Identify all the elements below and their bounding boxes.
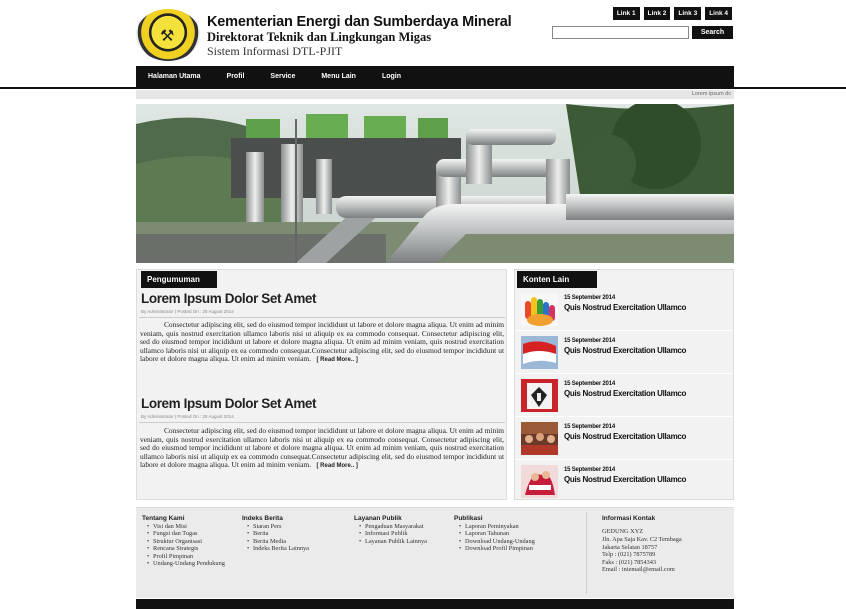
post-body: Consectetur adipiscing elit, sed do eius…	[140, 426, 504, 471]
footer-link[interactable]: Laporan Tahunan	[459, 530, 566, 538]
footer-heading: Layanan Publik	[354, 515, 402, 522]
read-more-link[interactable]: [ Read More.. ]	[317, 357, 358, 363]
footer-link[interactable]: Informasi Publik	[359, 530, 440, 538]
hero-banner-image	[136, 104, 734, 263]
footer-contact-column: Informasi Kontak GEDUNG XYZ Jln. Apa Saj…	[602, 515, 730, 573]
post-divider	[139, 317, 505, 318]
footer-heading: Tentang Kami	[142, 515, 185, 522]
content-item[interactable]: 15 September 2014 Quis Nostrud Exercitat…	[515, 375, 733, 417]
footer-link[interactable]: Visi dan Misi	[147, 523, 228, 531]
emblem-thumbnail	[521, 379, 558, 412]
footer-about-column: Tentang Kami Visi dan Misi Fungsi dan Tu…	[142, 515, 228, 568]
top-link-4[interactable]: Link 4	[705, 7, 732, 20]
item-date: 15 September 2014	[564, 381, 615, 387]
post-title[interactable]: Lorem Ipsum Dolor Set Amet	[141, 396, 317, 411]
meeting-image	[521, 422, 558, 455]
footer-news-column: Indeks Berita Siaran Pers Berita Berita …	[242, 515, 342, 553]
top-link-3[interactable]: Link 3	[674, 7, 702, 20]
site-system-name: Sistem Informasi DTL-PJIT	[207, 44, 343, 58]
footer-services-column: Layanan Publik Pengaduan Masyarakat Info…	[354, 515, 440, 546]
footer-heading: Informasi Kontak	[602, 515, 656, 522]
site-brand: Kementerian Energi dan Sumberdaya Minera…	[207, 14, 512, 58]
item-date: 15 September 2014	[564, 467, 615, 473]
breadcrumb: Lorem ipsum dc	[136, 90, 734, 99]
nav-item-service[interactable]: Service	[270, 73, 295, 80]
post-body: Consectetur adipiscing elit, sed do eius…	[140, 320, 504, 365]
contact-phone: Telp : (021) 7875789	[602, 551, 656, 559]
search-button[interactable]: Search	[692, 26, 733, 39]
footer-heading: Indeks Berita	[242, 515, 283, 522]
item-title[interactable]: Quis Nostrud Exercitation Ullamco	[564, 346, 686, 355]
footer-link[interactable]: Layanan Publik Lainnya	[359, 538, 440, 546]
hands-image	[521, 293, 558, 326]
site-subtitle: Direktorat Teknik dan Lingkungan Migas	[207, 30, 432, 44]
top-links: Link 1 Link 2 Link 3 Link 4	[612, 7, 732, 20]
footer-link[interactable]: Profil Pimpinan	[147, 553, 228, 561]
footer-link[interactable]: Berita	[247, 530, 342, 538]
nav-item-login[interactable]: Login	[382, 73, 401, 80]
content-item[interactable]: 15 September 2014 Quis Nostrud Exercitat…	[515, 289, 733, 331]
search-input[interactable]	[552, 26, 689, 39]
footer-link[interactable]: Fungsi dan Tugas	[147, 530, 228, 538]
post-title[interactable]: Lorem Ipsum Dolor Set Amet	[141, 291, 317, 306]
content-item[interactable]: 15 September 2014 Quis Nostrud Exercitat…	[515, 418, 733, 460]
footer-link[interactable]: Struktur Organisasi	[147, 538, 228, 546]
footer: Tentang Kami Visi dan Misi Fungsi dan Tu…	[136, 507, 734, 598]
read-more-link[interactable]: [ Read More.. ]	[317, 463, 358, 469]
emblem-image	[521, 379, 558, 412]
content-item[interactable]: 15 September 2014 Quis Nostrud Exercitat…	[515, 332, 733, 374]
footer-link[interactable]: Download Profil Pimpinan	[459, 545, 566, 553]
footer-link[interactable]: Indeks Berita Lainnya	[247, 545, 342, 553]
item-date: 15 September 2014	[564, 338, 615, 344]
announcement-panel: Pengumuman Lorem Ipsum Dolor Set Amet By…	[136, 269, 507, 500]
geothermal-plant-illustration	[136, 104, 734, 263]
footer-publications-column: Publikasi Laporan Peminyakan Laporan Tah…	[454, 515, 566, 553]
ministry-logo[interactable]: ⚒	[136, 9, 200, 61]
performers-thumbnail	[521, 465, 558, 498]
footer-link[interactable]: Rencana Strategis	[147, 545, 228, 553]
footer-link[interactable]: Download Undang-Undang	[459, 538, 566, 546]
site-title: Kementerian Energi dan Sumberdaya Minera…	[207, 14, 512, 30]
contact-city: Jakarta Selatan 18757	[602, 543, 658, 551]
header-divider	[0, 87, 846, 89]
main-nav: Halaman Utama Profil Service Menu Lain L…	[136, 66, 734, 87]
post-meta: By Administrator | Posted On : 28 August…	[141, 309, 234, 314]
footer-link[interactable]: Pengaduan Masyarakat	[359, 523, 440, 531]
other-content-tab[interactable]: Konten Lain	[517, 271, 597, 288]
flag-thumbnail	[521, 336, 558, 369]
flag-image	[521, 336, 558, 369]
meeting-thumbnail	[521, 422, 558, 455]
nav-item-home[interactable]: Halaman Utama	[148, 73, 201, 80]
post-meta: By Administrator | Posted On : 28 August…	[141, 414, 234, 419]
item-title[interactable]: Quis Nostrud Exercitation Ullamco	[564, 432, 686, 441]
post-divider	[139, 422, 505, 423]
item-title[interactable]: Quis Nostrud Exercitation Ullamco	[564, 475, 686, 484]
contact-fax: Faks : (021) 7854343	[602, 558, 657, 566]
item-date: 15 September 2014	[564, 424, 615, 430]
item-date: 15 September 2014	[564, 295, 615, 301]
announcement-tab[interactable]: Pengumuman	[141, 271, 217, 288]
nav-item-menu-lain[interactable]: Menu Lain	[321, 73, 356, 80]
nav-item-profil[interactable]: Profil	[227, 73, 245, 80]
top-link-1[interactable]: Link 1	[612, 7, 640, 20]
logo-emblem-icon: ⚒	[160, 26, 175, 45]
content-item[interactable]: 15 September 2014 Quis Nostrud Exercitat…	[515, 461, 733, 503]
footer-bottom-bar	[136, 599, 734, 609]
contact-building: GEDUNG XYZ	[602, 528, 644, 535]
footer-divider	[586, 512, 587, 594]
item-title[interactable]: Quis Nostrud Exercitation Ullamco	[564, 389, 686, 398]
contact-email[interactable]: Email : iniemail@email.com	[602, 566, 730, 573]
item-title[interactable]: Quis Nostrud Exercitation Ullamco	[564, 303, 686, 312]
contact-address: Jln. Apa Saja Kav. C2 Tembaga	[602, 536, 682, 544]
other-content-panel: Konten Lain 15 September 2014 Quis Nostr…	[514, 269, 734, 503]
footer-link[interactable]: Undang-Undang Pendukung	[147, 560, 228, 568]
performers-image	[521, 465, 558, 498]
top-link-2[interactable]: Link 2	[643, 7, 671, 20]
footer-heading: Publikasi	[454, 515, 483, 522]
footer-link[interactable]: Laporan Peminyakan	[459, 523, 566, 531]
footer-link[interactable]: Siaran Pers	[247, 523, 342, 531]
painted-hands-thumbnail	[521, 293, 558, 326]
footer-link[interactable]: Berita Media	[247, 538, 342, 546]
